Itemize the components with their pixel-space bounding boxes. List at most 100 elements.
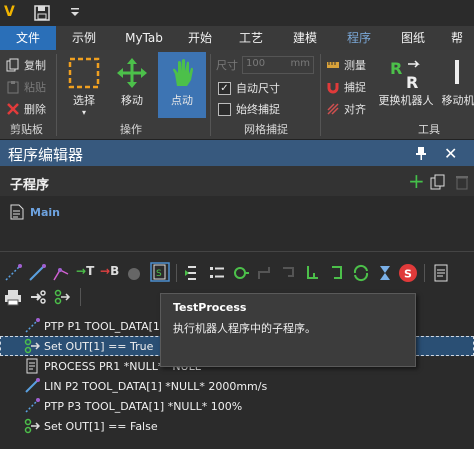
hourglass-icon[interactable] <box>376 264 394 282</box>
jog-label: 点动 <box>171 94 193 107</box>
separator <box>320 54 321 136</box>
ruler-icon <box>327 62 339 68</box>
align-button[interactable]: 对齐 <box>326 100 366 118</box>
tab-examples[interactable]: 示例 <box>56 26 112 50</box>
tab-mytab[interactable]: MyTab <box>112 26 176 50</box>
circ-command-icon[interactable] <box>52 264 70 282</box>
select-dropdown-icon: ▾ <box>81 108 86 117</box>
if-branch-icon[interactable] <box>256 264 274 282</box>
toolbar-separator <box>176 264 177 282</box>
toolbar-separator <box>80 288 81 306</box>
delete-button[interactable]: 删除 <box>6 100 46 118</box>
checkbox-unchecked-icon <box>218 102 231 116</box>
statement-text: LIN P2 TOOL_DATA[1] *NULL* 2000mm/s <box>44 379 268 393</box>
set-output-true-icon[interactable]: →T <box>76 264 98 282</box>
svg-text:R: R <box>406 73 418 90</box>
subprogram-title: 子程序 <box>10 178 50 193</box>
loop-icon[interactable] <box>232 264 250 282</box>
else-branch-icon[interactable] <box>280 264 298 282</box>
select-label: 选择 <box>73 94 95 107</box>
signal-command-icon[interactable] <box>54 288 72 306</box>
switch-icon[interactable] <box>304 264 322 282</box>
move-icon <box>117 58 147 88</box>
tab-modeling[interactable]: 建模 <box>278 26 332 50</box>
paste-label: 粘贴 <box>24 81 46 94</box>
measure-button[interactable]: 测量 <box>326 56 366 74</box>
svg-text:S: S <box>404 268 412 281</box>
tab-program[interactable]: 程序 <box>332 26 386 50</box>
select-icon <box>68 57 100 89</box>
statement-text: Set OUT[1] == False <box>44 419 158 433</box>
set-output-icon <box>24 418 40 434</box>
auto-size-checkbox[interactable]: ✓ 自动尺寸 <box>218 80 280 96</box>
copy-button[interactable]: 复制 <box>6 56 46 74</box>
set-output-bool-icon[interactable]: →B <box>100 264 122 282</box>
copy-icon <box>6 58 19 72</box>
call-subprogram-icon[interactable]: S <box>150 262 170 282</box>
statement-row[interactable]: Set OUT[1] == False <box>0 416 474 436</box>
always-snap-label: 始终捕捉 <box>236 103 280 116</box>
replace-robot-button[interactable]: R R 更换机器人 <box>376 52 436 118</box>
grid-size-label: 尺寸 <box>216 59 238 72</box>
tab-process[interactable]: 工艺 <box>224 26 278 50</box>
trash-icon[interactable] <box>455 174 469 190</box>
subprogram-item-main[interactable]: Main <box>10 204 60 220</box>
statement-text: PTP P3 TOOL_DATA[1] *NULL* 100% <box>44 399 243 413</box>
process-command-icon[interactable] <box>184 264 202 282</box>
move-button[interactable]: 移动 <box>108 52 156 118</box>
output-command-icon[interactable] <box>30 288 48 306</box>
save-icon[interactable] <box>34 5 50 21</box>
copy-subprogram-icon[interactable] <box>430 174 446 190</box>
pin-icon[interactable] <box>415 146 427 160</box>
svg-text:R: R <box>390 59 402 78</box>
statement-text: PTP P1 TOOL_DATA[1] <box>44 319 165 333</box>
toolbar-separator <box>424 264 425 282</box>
statement-row[interactable]: PTP P3 TOOL_DATA[1] *NULL* 100% <box>0 396 474 416</box>
magnet-icon <box>327 83 339 94</box>
replace-robot-icon: R R <box>390 59 420 90</box>
ptp-icon <box>25 398 40 413</box>
statement-row[interactable]: LIN P2 TOOL_DATA[1] *NULL* 2000mm/s <box>0 376 474 396</box>
stop-icon[interactable]: S <box>398 263 418 283</box>
always-snap-checkbox[interactable]: 始终捕捉 <box>218 101 280 117</box>
while-loop-icon[interactable] <box>328 264 346 282</box>
tooltip-description: 执行机器人程序中的子程序。 <box>173 322 316 335</box>
subprogram-list: Main <box>0 196 474 252</box>
tools-group-label: 工具 <box>418 123 440 136</box>
customize-quick-access-icon[interactable] <box>70 6 80 18</box>
clipboard-group-label: 剪贴板 <box>10 123 43 136</box>
select-button[interactable]: 选择 ▾ <box>60 52 108 118</box>
lin-command-icon[interactable] <box>28 264 46 282</box>
tab-help[interactable]: 帮 <box>440 26 474 50</box>
tab-file[interactable]: 文件 <box>0 26 56 50</box>
grid-size-input[interactable]: 100 mm <box>242 56 314 74</box>
tooltip-title: TestProcess <box>173 301 247 314</box>
tooltip: TestProcess 执行机器人程序中的子程序。 <box>160 293 416 367</box>
ptp-icon <box>25 318 40 333</box>
wait-icon[interactable] <box>128 268 140 280</box>
tab-start[interactable]: 开始 <box>176 26 224 50</box>
paste-button[interactable]: 粘贴 <box>6 78 46 96</box>
delete-label: 删除 <box>24 103 46 116</box>
subprogram-header: 子程序 + <box>0 166 474 196</box>
jog-button[interactable]: 点动 <box>158 52 206 118</box>
list-icon[interactable] <box>208 264 226 282</box>
ribbon: 复制 粘贴 删除 剪贴板 选择 ▾ 移动 点动 操作 尺寸 100 mm ✓ 自… <box>0 50 474 140</box>
subprogram-main-label: Main <box>30 205 60 219</box>
move-robot-label: 移动机 <box>441 94 474 107</box>
delete-icon <box>7 103 19 115</box>
close-icon[interactable]: ✕ <box>444 144 460 163</box>
hand-icon <box>173 59 193 86</box>
quick-access-bar: V <box>0 0 474 26</box>
panel-title: 程序编辑器 <box>8 146 84 164</box>
app-logo[interactable]: V <box>4 4 24 22</box>
comment-icon[interactable] <box>432 264 450 282</box>
add-icon[interactable]: + <box>408 171 425 191</box>
ptp-command-icon[interactable] <box>4 264 22 282</box>
move-robot-button[interactable]: 移动机 <box>438 52 474 118</box>
tab-drawings[interactable]: 图纸 <box>386 26 440 50</box>
snap-button[interactable]: 捕捉 <box>326 78 366 96</box>
align-label: 对齐 <box>344 103 366 116</box>
repeat-icon[interactable] <box>352 264 370 282</box>
print-icon[interactable] <box>4 288 22 306</box>
